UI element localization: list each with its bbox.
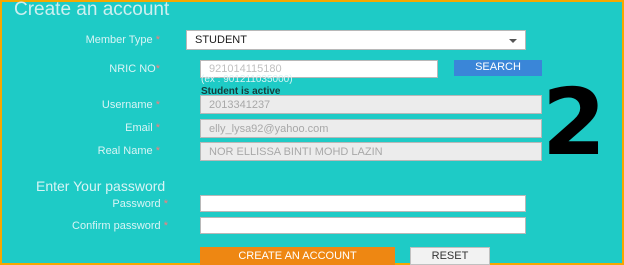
- email-field[interactable]: elly_lysa92@yahoo.com: [200, 119, 542, 138]
- email-label: Email *: [125, 122, 160, 134]
- search-button[interactable]: SEARCH: [454, 60, 542, 76]
- nric-hint: (ex : 901211035000): [201, 74, 293, 85]
- member-type-value: STUDENT: [195, 34, 247, 46]
- confirm-password-input[interactable]: [200, 217, 526, 234]
- page-title: Create an account: [14, 0, 170, 20]
- reset-button[interactable]: RESET: [410, 247, 490, 265]
- chevron-down-icon: [509, 39, 517, 43]
- form-panel: Create an account Member Type * STUDENT …: [0, 0, 624, 265]
- member-type-label: Member Type *: [85, 34, 160, 46]
- username-label: Username *: [101, 99, 160, 111]
- username-field[interactable]: 2013341237: [200, 95, 542, 114]
- realname-label: Real Name *: [97, 145, 160, 157]
- password-input[interactable]: [200, 195, 526, 212]
- step-number: 2: [542, 69, 607, 176]
- password-section-title: Enter Your password: [36, 178, 166, 194]
- password-label: Password *: [112, 198, 168, 210]
- realname-field[interactable]: NOR ELLISSA BINTI MOHD LAZIN: [200, 142, 542, 161]
- nric-label: NRIC NO*: [109, 63, 160, 75]
- create-account-button[interactable]: CREATE AN ACCOUNT: [200, 247, 395, 265]
- confirm-password-label: Confirm password *: [72, 220, 168, 232]
- member-type-select[interactable]: STUDENT: [186, 30, 526, 50]
